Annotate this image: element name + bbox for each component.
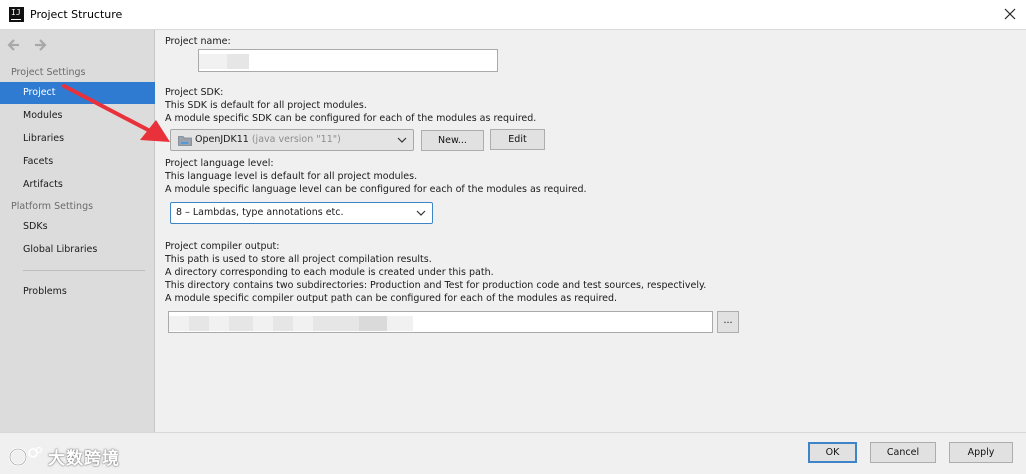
project-sdk-desc-2: A module specific SDK can be configured … (165, 113, 537, 124)
app-icon-text: IJ (11, 8, 21, 17)
back-arrow-icon[interactable] (6, 38, 22, 52)
title-bar: IJ Project Structure (0, 0, 1026, 30)
project-sdk-selected: OpenJDK11 (195, 134, 249, 145)
compiler-output-label: Project compiler output: (165, 241, 280, 252)
language-level-desc-1: This language level is default for all p… (165, 171, 418, 182)
window-title: Project Structure (30, 8, 123, 21)
project-settings-panel: Project name: Project SDK: This SDK is d… (156, 30, 1026, 432)
language-level-desc-2: A module specific language level can be … (165, 184, 587, 195)
annotation-arrow-icon (62, 84, 170, 142)
platform-settings-heading: Platform Settings (11, 201, 94, 212)
compiler-output-desc-3: This directory contains two subdirectori… (165, 280, 707, 291)
intellij-app-icon: IJ (9, 7, 24, 22)
chevron-down-icon (416, 210, 426, 216)
new-sdk-button[interactable]: New... (421, 130, 484, 151)
watermark-text: 大数跨境 (48, 449, 120, 469)
sidebar-item-global-libraries[interactable]: Global Libraries (0, 239, 155, 261)
compiler-output-path-input[interactable] (168, 311, 713, 333)
sidebar-divider (23, 270, 145, 271)
project-name-label: Project name: (165, 36, 231, 47)
ok-button[interactable]: OK (808, 442, 857, 463)
compiler-output-desc-1: This path is used to store all project c… (165, 254, 432, 265)
cancel-button[interactable]: Cancel (870, 442, 936, 463)
project-sdk-desc-1: This SDK is default for all project modu… (165, 100, 367, 111)
language-level-dropdown[interactable]: 8 – Lambdas, type annotations etc. (170, 202, 433, 224)
language-level-selected: 8 – Lambdas, type annotations etc. (176, 207, 344, 218)
sidebar-item-problems[interactable]: Problems (0, 281, 155, 303)
folder-icon (178, 136, 192, 146)
chevron-down-icon (397, 137, 407, 143)
close-icon[interactable] (1000, 4, 1020, 24)
browse-output-button[interactable]: ... (717, 311, 739, 333)
edit-sdk-button[interactable]: Edit (490, 129, 545, 150)
apply-button[interactable]: Apply (949, 442, 1013, 463)
language-level-label: Project language level: (165, 158, 274, 169)
compiler-output-desc-2: A directory corresponding to each module… (165, 267, 494, 278)
forward-arrow-icon[interactable] (32, 38, 48, 52)
project-settings-heading: Project Settings (11, 67, 86, 78)
watermark-logo-icon (8, 446, 43, 467)
sidebar-item-sdks[interactable]: SDKs (0, 216, 155, 238)
compiler-output-desc-4: A module specific compiler output path c… (165, 293, 618, 304)
project-sdk-version: (java version "11") (251, 134, 341, 145)
project-name-input[interactable] (198, 49, 498, 72)
dialog-footer: OK Cancel Apply (0, 432, 1026, 474)
sidebar-item-facets[interactable]: Facets (0, 151, 155, 173)
project-sdk-dropdown[interactable]: OpenJDK11 (java version "11") (170, 129, 414, 151)
sidebar-item-artifacts[interactable]: Artifacts (0, 174, 155, 196)
